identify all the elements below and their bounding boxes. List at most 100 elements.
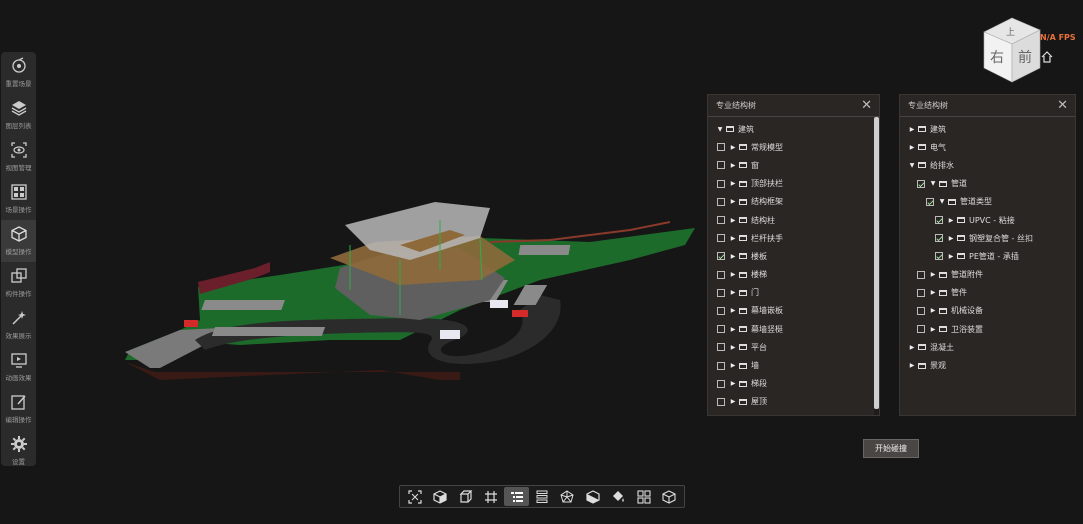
sidebar-item-gear[interactable]: 设置 (1, 430, 36, 472)
caret-right-icon[interactable]: ▶ (729, 253, 737, 260)
layers-list-button[interactable] (529, 487, 554, 506)
caret-right-icon[interactable]: ▶ (729, 307, 737, 314)
caret-right-icon[interactable]: ▶ (729, 362, 737, 369)
scrollbar-thumb[interactable] (874, 117, 879, 409)
tree-checkbox[interactable] (717, 306, 725, 315)
caret-right-icon[interactable]: ▶ (908, 362, 916, 369)
caret-right-icon[interactable]: ▶ (729, 217, 737, 224)
sidebar-item-scene-ops[interactable]: 场景操作 (1, 178, 36, 220)
viewcube-top[interactable]: 上 (1006, 27, 1015, 38)
box-button[interactable] (657, 487, 682, 506)
caret-down-icon[interactable]: ▼ (929, 180, 937, 187)
caret-right-icon[interactable]: ▶ (929, 289, 937, 296)
viewcube-front[interactable]: 前 (1018, 49, 1032, 66)
tree-checkbox[interactable] (717, 361, 725, 370)
sidebar-item-effects[interactable]: 效果展示 (1, 304, 36, 346)
tree-node-b-3[interactable]: ▼ 管道 (900, 175, 1075, 193)
sidebar-item-view-manage[interactable]: 视图管理 (1, 136, 36, 178)
caret-right-icon[interactable]: ▶ (908, 126, 916, 133)
start-collision-button[interactable]: 开始碰撞 (863, 439, 919, 458)
tree-checkbox[interactable] (717, 379, 725, 388)
tree-node-b-4[interactable]: ▼ 管道类型 (900, 193, 1075, 211)
tree-node-a-1[interactable]: ▶ 窗 (708, 156, 879, 174)
sidebar-item-component-ops[interactable]: 构件操作 (1, 262, 36, 304)
tree-node-a-15[interactable]: ▶专用设备 (708, 411, 879, 415)
caret-right-icon[interactable]: ▶ (729, 162, 737, 169)
caret-right-icon[interactable]: ▶ (929, 271, 937, 278)
home-icon[interactable] (1040, 50, 1054, 64)
caret-down-icon[interactable]: ▼ (908, 162, 916, 169)
close-icon[interactable]: ✕ (1057, 99, 1068, 112)
caret-right-icon[interactable]: ▶ (729, 235, 737, 242)
tree-node-b-12[interactable]: ▶ 混凝土 (900, 338, 1075, 356)
caret-right-icon[interactable]: ▶ (908, 144, 916, 151)
tree-node-a-7[interactable]: ▶ 楼梯 (708, 266, 879, 284)
tree-checkbox[interactable] (717, 143, 725, 152)
cube-outline-button[interactable] (453, 487, 478, 506)
tree-checkbox[interactable] (917, 270, 925, 279)
section-button[interactable] (580, 487, 605, 506)
tree-checkbox[interactable] (917, 306, 925, 315)
caret-right-icon[interactable]: ▶ (729, 326, 737, 333)
caret-right-icon[interactable]: ▶ (729, 144, 737, 151)
tree-checkbox[interactable] (717, 252, 725, 261)
tree-checkbox[interactable] (717, 270, 725, 279)
tree-checkbox[interactable] (935, 216, 943, 225)
caret-down-icon[interactable]: ▼ (716, 126, 724, 133)
tree-node-b-1[interactable]: ▶ 电气 (900, 138, 1075, 156)
tree-checkbox[interactable] (717, 161, 725, 170)
viewcube[interactable]: 上 右 前 (978, 14, 1048, 86)
tree-checkbox[interactable] (717, 197, 725, 206)
tree-node-a-10[interactable]: ▶ 幕墙竖梃 (708, 320, 879, 338)
tree-node-b-8[interactable]: ▶ 管道附件 (900, 266, 1075, 284)
tree-checkbox[interactable] (717, 397, 725, 406)
tree-node-a-0[interactable]: ▶ 常规模型 (708, 138, 879, 156)
caret-right-icon[interactable]: ▶ (729, 271, 737, 278)
tree-node-b-6[interactable]: ▶ 钢塑复合管 - 丝扣 (900, 229, 1075, 247)
caret-right-icon[interactable]: ▶ (729, 289, 737, 296)
tree-node-a-4[interactable]: ▶ 结构柱 (708, 211, 879, 229)
fit-view-button[interactable] (402, 487, 427, 506)
caret-right-icon[interactable]: ▶ (729, 180, 737, 187)
tree-node-a-11[interactable]: ▶ 平台 (708, 338, 879, 356)
caret-right-icon[interactable]: ▶ (729, 380, 737, 387)
caret-right-icon[interactable]: ▶ (729, 198, 737, 205)
tree-checkbox[interactable] (717, 288, 725, 297)
paint-bucket-button[interactable] (606, 487, 631, 506)
tree-checkbox[interactable] (717, 325, 725, 334)
tree-node-a-8[interactable]: ▶ 门 (708, 284, 879, 302)
caret-right-icon[interactable]: ▶ (947, 217, 955, 224)
tree-node-b-11[interactable]: ▶ 卫浴装置 (900, 320, 1075, 338)
sidebar-item-edit[interactable]: 编辑操作 (1, 388, 36, 430)
tree-node-a-2[interactable]: ▶ 顶部扶栏 (708, 175, 879, 193)
tree-node-b-9[interactable]: ▶ 管件 (900, 284, 1075, 302)
tree-node-b-10[interactable]: ▶ 机械设备 (900, 302, 1075, 320)
tree-node-a-3[interactable]: ▶ 结构框架 (708, 193, 879, 211)
tree-node-a-14[interactable]: ▶ 屋顶 (708, 393, 879, 411)
sidebar-item-layers[interactable]: 图层列表 (1, 94, 36, 136)
caret-down-icon[interactable]: ▼ (938, 198, 946, 205)
polyhedron-button[interactable] (555, 487, 580, 506)
tree-node-a-12[interactable]: ▶ 墙 (708, 356, 879, 374)
tree-checkbox[interactable] (935, 234, 943, 243)
tree-node-b-5[interactable]: ▶ UPVC - 粘接 (900, 211, 1075, 229)
tree-checkbox[interactable] (717, 343, 725, 352)
caret-right-icon[interactable]: ▶ (929, 326, 937, 333)
caret-right-icon[interactable]: ▶ (947, 235, 955, 242)
sidebar-item-animation[interactable]: 动画效果 (1, 346, 36, 388)
tree-checkbox[interactable] (717, 234, 725, 243)
tree-node-a-13[interactable]: ▶ 梯段 (708, 375, 879, 393)
caret-right-icon[interactable]: ▶ (908, 344, 916, 351)
tree-node-b-7[interactable]: ▶ PE管道 - 承插 (900, 247, 1075, 265)
close-icon[interactable]: ✕ (861, 99, 872, 112)
grid-button[interactable] (478, 487, 503, 506)
tree-checkbox[interactable] (917, 179, 925, 188)
tree-node-b-13[interactable]: ▶ 景观 (900, 356, 1075, 374)
viewcube-right[interactable]: 右 (990, 50, 1004, 66)
tree-node-b-2[interactable]: ▼ 给排水 (900, 156, 1075, 174)
sidebar-item-model-ops[interactable]: 模型操作 (1, 220, 36, 262)
cube-solid-button[interactable] (427, 487, 452, 506)
tree-node-a-5[interactable]: ▶ 栏杆扶手 (708, 229, 879, 247)
sidebar-item-reset-scene[interactable]: 重置场景 (1, 52, 36, 94)
tree-checkbox[interactable] (717, 179, 725, 188)
